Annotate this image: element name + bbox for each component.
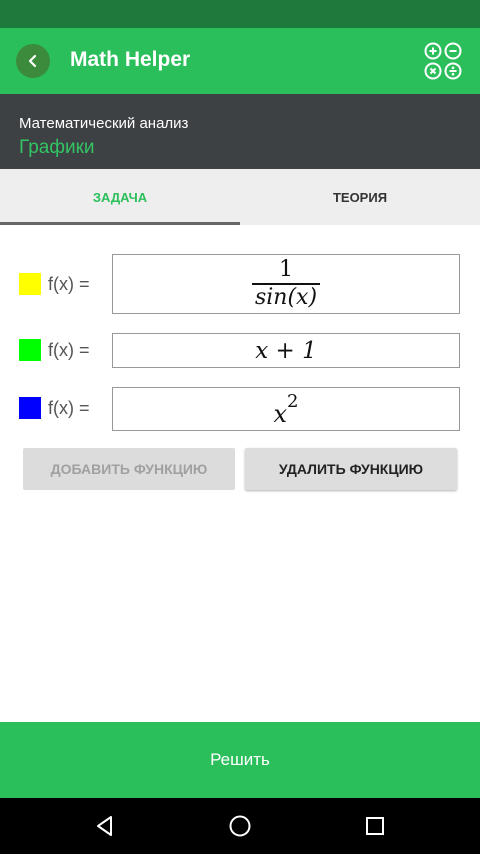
function-input-2[interactable]: x + 1 <box>112 333 460 368</box>
delete-function-button[interactable]: УДАЛИТЬ ФУНКЦИЮ <box>245 448 457 490</box>
recents-square-icon[interactable] <box>361 812 389 840</box>
solve-label: Решить <box>210 750 270 769</box>
calculator-operations-icon[interactable] <box>424 42 462 80</box>
tab-indicator <box>0 222 240 225</box>
function-input-1[interactable]: 1 sin(x) <box>112 254 460 314</box>
tab-bar: ЗАДАЧА ТЕОРИЯ <box>0 169 480 225</box>
add-function-button[interactable]: ДОБАВИТЬ ФУНКЦИЮ <box>23 448 235 490</box>
section-subtitle: Математический анализ <box>19 115 189 132</box>
function-input-3[interactable]: x 2 <box>112 387 460 431</box>
status-bar <box>0 0 480 28</box>
fraction: 1 sin(x) <box>252 258 320 310</box>
app-title: Math Helper <box>70 48 191 71</box>
fraction-numerator: 1 <box>279 257 293 282</box>
section-header: Математический анализ Графики <box>0 94 480 169</box>
solve-button[interactable]: Решить <box>0 722 480 798</box>
power-exponent: 2 <box>287 390 299 412</box>
navigation-bar <box>0 798 480 854</box>
back-triangle-icon[interactable] <box>91 812 119 840</box>
app-bar: Math Helper <box>0 28 480 94</box>
function-label: f(x) = <box>48 398 90 418</box>
color-swatch-yellow[interactable] <box>19 273 41 295</box>
color-swatch-blue[interactable] <box>19 397 41 419</box>
function-label: f(x) = <box>48 340 90 360</box>
tab-theory[interactable]: ТЕОРИЯ <box>240 169 480 225</box>
tab-task[interactable]: ЗАДАЧА <box>0 169 240 225</box>
function-expression: x + 1 <box>255 337 317 364</box>
chevron-left-icon <box>28 54 37 68</box>
function-label: f(x) = <box>48 274 90 294</box>
section-title: Графики <box>19 137 95 158</box>
back-button[interactable] <box>16 44 50 78</box>
power-base: x <box>273 400 288 428</box>
fraction-denominator: sin(x) <box>254 285 318 310</box>
color-swatch-green[interactable] <box>19 339 41 361</box>
home-circle-icon[interactable] <box>226 812 254 840</box>
